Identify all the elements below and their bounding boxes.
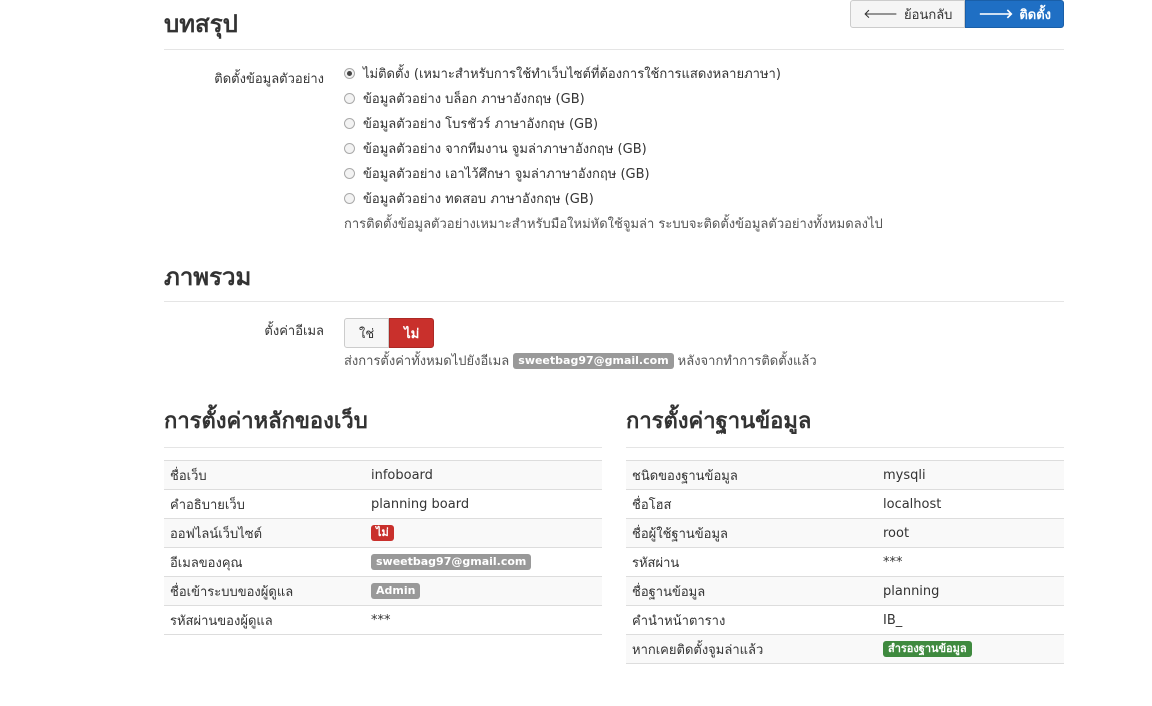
back-button[interactable]: 🡐 ย้อนกลับ xyxy=(850,0,966,28)
table-row-label: ชื่อโฮส xyxy=(626,489,877,519)
table-row-label: ชื่อเว็บ xyxy=(164,460,365,490)
table-row-value: IB_ xyxy=(883,612,903,628)
table-row-value: *** xyxy=(883,554,903,570)
status-badge: ไม่ xyxy=(371,525,394,541)
table-row-value-cell: planning board xyxy=(365,489,602,519)
email-setting-label: ตั้งค่าอีเมล xyxy=(264,324,324,339)
sample-data-option-label: ข้อมูลตัวอย่าง จากทีมงาน จูมล่าภาษาอังกฤ… xyxy=(363,142,647,157)
table-row: ชนิดของฐานข้อมูล mysqli xyxy=(626,460,1064,490)
table-row-label: ออฟไลน์เว็บไซต์ xyxy=(164,518,365,548)
table-row-label: รหัสผ่าน xyxy=(626,547,877,577)
db-config-table: ชนิดของฐานข้อมูล mysqli ชื่อโฮส localhost ชื… xyxy=(626,460,1064,664)
table-row-value-cell: *** xyxy=(877,547,1064,577)
install-button[interactable]: 🡒 ติดตั้ง xyxy=(965,0,1064,28)
table-row: คำอธิบายเว็บ planning board xyxy=(164,489,602,519)
table-row: หากเคยติดตั้งจูมล่าแล้ว สำรองฐานข้อมูล xyxy=(626,634,1064,664)
table-row-label: รหัสผ่านของผู้ดูแล xyxy=(164,605,365,635)
table-row-value-cell: localhost xyxy=(877,489,1064,519)
divider xyxy=(626,447,1064,448)
sample-data-option-label: ข้อมูลตัวอย่าง เอาไว้ศึกษา จูมล่าภาษาอัง… xyxy=(363,167,650,182)
table-row: อีเมลของคุณ sweetbag97@gmail.com xyxy=(164,547,602,577)
email-toggle: ใช่ ไม่ xyxy=(344,318,435,348)
radio-button[interactable] xyxy=(344,193,355,204)
table-row: ชื่อฐานข้อมูล planning xyxy=(626,576,1064,606)
table-row-value: planning xyxy=(883,583,940,599)
table-row-value-cell: ไม่ xyxy=(365,518,602,548)
sample-data-option-label: ข้อมูลตัวอย่าง ทดสอบ ภาษาอังกฤษ (GB) xyxy=(363,192,594,207)
table-row: ชื่อเว็บ infoboard xyxy=(164,460,602,490)
arrow-right-icon: 🡒 xyxy=(978,7,1014,22)
summary-title: บทสรุป xyxy=(164,10,238,38)
status-badge: sweetbag97@gmail.com xyxy=(371,554,532,570)
table-row: ชื่อโฮส localhost xyxy=(626,489,1064,519)
sample-data-option-label: ข้อมูลตัวอย่าง บล็อก ภาษาอังกฤษ (GB) xyxy=(363,92,585,107)
back-button-label: ย้อนกลับ xyxy=(904,7,953,23)
table-row-value-cell: sweetbag97@gmail.com xyxy=(365,547,602,577)
table-row-value-cell: IB_ xyxy=(877,605,1064,635)
db-config-title: การตั้งค่าฐานข้อมูล xyxy=(626,409,812,434)
wizard-actions: 🡐 ย้อนกลับ 🡒 ติดตั้ง xyxy=(850,0,1064,28)
divider xyxy=(164,49,1064,50)
status-badge: สำรองฐานข้อมูล xyxy=(883,641,972,657)
table-row: คำนำหน้าตาราง IB_ xyxy=(626,605,1064,635)
sample-data-option[interactable]: ข้อมูลตัวอย่าง บล็อก ภาษาอังกฤษ (GB) xyxy=(344,88,585,109)
table-row-value: root xyxy=(883,525,910,541)
divider xyxy=(164,447,602,448)
table-row-label: ชื่อผู้ใช้ฐานข้อมูล xyxy=(626,518,877,548)
sample-data-label: ติดตั้งข้อมูลตัวอย่าง xyxy=(214,72,324,87)
table-row: รหัสผ่าน *** xyxy=(626,547,1064,577)
table-row-label: คำอธิบายเว็บ xyxy=(164,489,365,519)
sample-data-option[interactable]: ข้อมูลตัวอย่าง เอาไว้ศึกษา จูมล่าภาษาอัง… xyxy=(344,163,650,184)
table-row-label: คำนำหน้าตาราง xyxy=(626,605,877,635)
sample-data-option[interactable]: ข้อมูลตัวอย่าง ทดสอบ ภาษาอังกฤษ (GB) xyxy=(344,188,594,209)
radio-button[interactable] xyxy=(344,143,355,154)
site-config-title: การตั้งค่าหลักของเว็บ xyxy=(164,409,368,434)
table-row-label: ชื่อฐานข้อมูล xyxy=(626,576,877,606)
arrow-left-icon: 🡐 xyxy=(863,7,899,22)
email-help-after: หลังจากทำการติดตั้งแล้ว xyxy=(677,354,817,369)
table-row-value: localhost xyxy=(883,496,942,512)
radio-button[interactable] xyxy=(344,118,355,129)
email-badge: sweetbag97@gmail.com xyxy=(513,352,674,369)
radio-button[interactable] xyxy=(344,68,355,79)
table-row-value-cell: root xyxy=(877,518,1064,548)
table-row-label: ชื่อเข้าระบบของผู้ดูแล xyxy=(164,576,365,606)
radio-button[interactable] xyxy=(344,168,355,179)
sample-data-help: การติดตั้งข้อมูลตัวอย่างเหมาะสำหรับมือให… xyxy=(344,217,883,232)
sample-data-option-label: ไม่ติดตั้ง (เหมาะสำหรับการใช้ทำเว็บไซต์ท… xyxy=(363,67,781,82)
table-row-value: mysqli xyxy=(883,467,926,483)
table-row-value-cell: planning xyxy=(877,576,1064,606)
table-row-value-cell: mysqli xyxy=(877,460,1064,490)
status-badge: Admin xyxy=(371,583,421,599)
email-help-before: ส่งการตั้งค่าทั้งหมดไปยังอีเมล xyxy=(344,354,510,369)
email-help: ส่งการตั้งค่าทั้งหมดไปยังอีเมล sweetbag9… xyxy=(344,350,817,371)
table-row: ชื่อเข้าระบบของผู้ดูแล Admin xyxy=(164,576,602,606)
table-row-value-cell: Admin xyxy=(365,576,602,606)
sample-data-option-label: ข้อมูลตัวอย่าง โบรชัวร์ ภาษาอังกฤษ (GB) xyxy=(363,117,599,132)
table-row-value-cell: *** xyxy=(365,605,602,635)
overview-title: ภาพรวม xyxy=(164,263,252,291)
divider xyxy=(164,301,1064,302)
email-no-button[interactable]: ไม่ xyxy=(389,318,435,348)
table-row-label: อีเมลของคุณ xyxy=(164,547,365,577)
sample-data-option[interactable]: ข้อมูลตัวอย่าง โบรชัวร์ ภาษาอังกฤษ (GB) xyxy=(344,113,598,134)
radio-button[interactable] xyxy=(344,93,355,104)
table-row-label: ชนิดของฐานข้อมูล xyxy=(626,460,877,490)
table-row-label: หากเคยติดตั้งจูมล่าแล้ว xyxy=(626,634,877,664)
table-row-value: planning board xyxy=(371,496,470,512)
table-row-value-cell: infoboard xyxy=(365,460,602,490)
site-config-table: ชื่อเว็บ infoboard คำอธิบายเว็บ planning bo… xyxy=(164,460,602,635)
table-row: ออฟไลน์เว็บไซต์ ไม่ xyxy=(164,518,602,548)
table-row-value-cell: สำรองฐานข้อมูล xyxy=(877,634,1064,664)
table-row: รหัสผ่านของผู้ดูแล *** xyxy=(164,605,602,635)
sample-data-option[interactable]: ข้อมูลตัวอย่าง จากทีมงาน จูมล่าภาษาอังกฤ… xyxy=(344,138,647,159)
table-row-value: infoboard xyxy=(371,467,433,483)
table-row-value: *** xyxy=(371,612,391,628)
table-row: ชื่อผู้ใช้ฐานข้อมูล root xyxy=(626,518,1064,548)
email-yes-button[interactable]: ใช่ xyxy=(344,318,390,348)
sample-data-option[interactable]: ไม่ติดตั้ง (เหมาะสำหรับการใช้ทำเว็บไซต์ท… xyxy=(344,63,781,84)
install-button-label: ติดตั้ง xyxy=(1019,7,1051,23)
